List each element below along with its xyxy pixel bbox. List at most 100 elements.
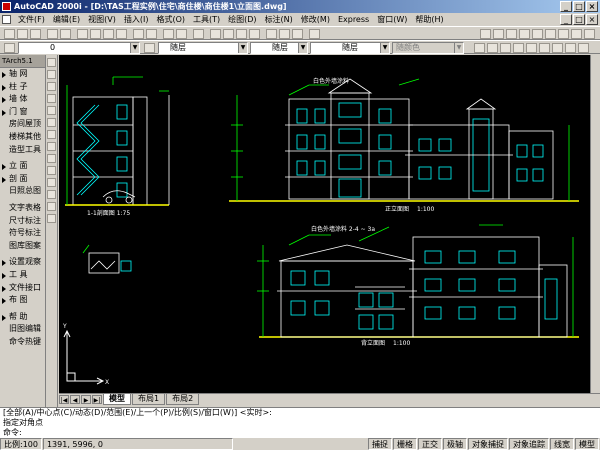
menu-insert[interactable]: 插入(I) [120,13,153,26]
sidebar-item-door-window[interactable]: 门 窗 [0,106,45,119]
sidebar-item-text-table[interactable]: 文字表格 [0,202,45,215]
zoom-realtime-icon[interactable] [223,29,234,39]
xline-icon[interactable] [47,70,56,79]
hatch-icon[interactable] [47,190,56,199]
tab-layout2[interactable]: 布局2 [166,393,200,405]
otrack-toggle[interactable]: 对象追踪 [509,438,549,450]
line-tool-icon[interactable] [480,29,491,39]
layer-dropdown[interactable]: 0 ▼ [18,42,140,54]
vertical-scrollbar[interactable] [590,55,600,393]
pline-icon[interactable] [47,82,56,91]
snap-toggle[interactable]: 捕捉 [368,438,392,450]
circle-icon[interactable] [47,130,56,139]
line-icon[interactable] [47,58,56,67]
tab-model[interactable]: 模型 [103,393,131,405]
extend-icon[interactable] [552,43,563,53]
point-icon[interactable] [47,178,56,187]
color-dropdown[interactable]: 随层 ▼ [158,42,248,54]
design-center-icon[interactable] [279,29,290,39]
sidebar-item-file-interface[interactable]: 文件接口 [0,282,45,295]
construction-line-icon[interactable] [493,29,504,39]
lineweight-toggle[interactable]: 线宽 [550,438,574,450]
hyperlink-icon[interactable] [163,29,174,39]
doc-close-button[interactable]: × [586,14,598,25]
menu-window[interactable]: 窗口(W) [373,13,411,26]
sidebar-item-symbol[interactable]: 符号标注 [0,227,45,240]
zoom-window-icon[interactable] [236,29,247,39]
sidebar-item-tools[interactable]: 工 具 [0,269,45,282]
spline-icon[interactable] [571,29,582,39]
model-toggle[interactable]: 模型 [575,438,599,450]
sidebar-item-stairs[interactable]: 楼梯其他 [0,131,45,144]
sidebar-item-axis[interactable]: 轴 网 [0,68,45,81]
menu-file[interactable]: 文件(F) [14,13,49,26]
explode-icon[interactable] [578,43,589,53]
command-prompt[interactable]: 命令: [3,428,600,437]
open-file-icon[interactable] [17,29,28,39]
match-properties-icon[interactable] [116,29,127,39]
sidebar-item-library[interactable]: 图库图案 [0,240,45,253]
sidebar-item-old-drawing[interactable]: 旧图编辑 [0,323,45,336]
fillet-icon[interactable] [565,43,576,53]
paste-icon[interactable] [103,29,114,39]
sidebar-item-help[interactable]: 帮 助 [0,311,45,324]
save-icon[interactable] [30,29,41,39]
tab-prev-icon[interactable]: ◀ [70,394,80,404]
plotstyle-dropdown[interactable]: 随颜色 ▼ [392,42,464,54]
sidebar-item-settings[interactable]: 设置观察 [0,256,45,269]
circle-icon[interactable] [558,29,569,39]
tracking-icon[interactable] [176,29,187,39]
layers-icon[interactable] [4,43,15,53]
mtext-icon[interactable] [47,214,56,223]
osnap-toggle[interactable]: 对象捕捉 [468,438,508,450]
tab-last-icon[interactable]: ▶| [92,394,102,404]
command-line[interactable]: [全部(A)/中心点(C)/动态(D)/范围(E)/上一个(P)/比例(S)/窗… [0,407,600,437]
sidebar-item-wall[interactable]: 墙 体 [0,93,45,106]
cut-icon[interactable] [77,29,88,39]
polar-toggle[interactable]: 极轴 [443,438,467,450]
menu-format[interactable]: 格式(O) [152,13,189,26]
menu-draw[interactable]: 绘图(D) [224,13,260,26]
sidebar-item-hotkeys[interactable]: 命令热键 [0,336,45,349]
ucs-icon[interactable] [193,29,204,39]
sidebar-item-layout[interactable]: 布 图 [0,294,45,307]
grid-toggle[interactable]: 栅格 [393,438,417,450]
move-icon[interactable] [487,43,498,53]
minimize-button[interactable]: _ [560,1,572,12]
region-icon[interactable] [47,202,56,211]
new-file-icon[interactable] [4,29,15,39]
polygon-icon[interactable] [47,94,56,103]
erase-icon[interactable] [474,43,485,53]
lineweight-dropdown[interactable]: 随层 ▼ [310,42,390,54]
menu-modify[interactable]: 修改(M) [297,13,334,26]
polygon-icon[interactable] [519,29,530,39]
sidebar-item-elevation[interactable]: 立 面 [0,160,45,173]
document-icon[interactable] [2,15,11,24]
print-icon[interactable] [47,29,58,39]
help-icon[interactable] [309,29,320,39]
sidebar-item-dimension[interactable]: 尺寸标注 [0,215,45,228]
zoom-previous-icon[interactable] [249,29,260,39]
sidebar-item-sunlight[interactable]: 日照总图 [0,185,45,198]
tab-first-icon[interactable]: |◀ [59,394,69,404]
linetype-dropdown[interactable]: 随层 ▼ [250,42,308,54]
polyline-icon[interactable] [506,29,517,39]
scale-icon[interactable] [513,43,524,53]
tab-next-icon[interactable]: ▶ [81,394,91,404]
sidebar-item-room-roof[interactable]: 房间屋顶 [0,118,45,131]
doc-restore-button[interactable]: □ [573,14,585,25]
menu-dimension[interactable]: 标注(N) [261,13,297,26]
ellipse-icon[interactable] [584,29,595,39]
arc-icon[interactable] [47,118,56,127]
sidebar-item-column[interactable]: 柱 子 [0,81,45,94]
today-icon[interactable] [292,29,303,39]
ortho-toggle[interactable]: 正交 [418,438,442,450]
rect-icon[interactable] [47,106,56,115]
ellipse-icon[interactable] [47,154,56,163]
drawing-canvas[interactable]: 1-1剖面图 1:75 正立面图 1:100 白色外墙涂料 背立面图 1:100… [59,55,590,393]
properties-icon[interactable] [266,29,277,39]
coordinates-readout[interactable]: 1391, 5996, 0 [42,438,233,450]
pan-icon[interactable] [210,29,221,39]
stretch-icon[interactable] [526,43,537,53]
menu-view[interactable]: 视图(V) [84,13,120,26]
